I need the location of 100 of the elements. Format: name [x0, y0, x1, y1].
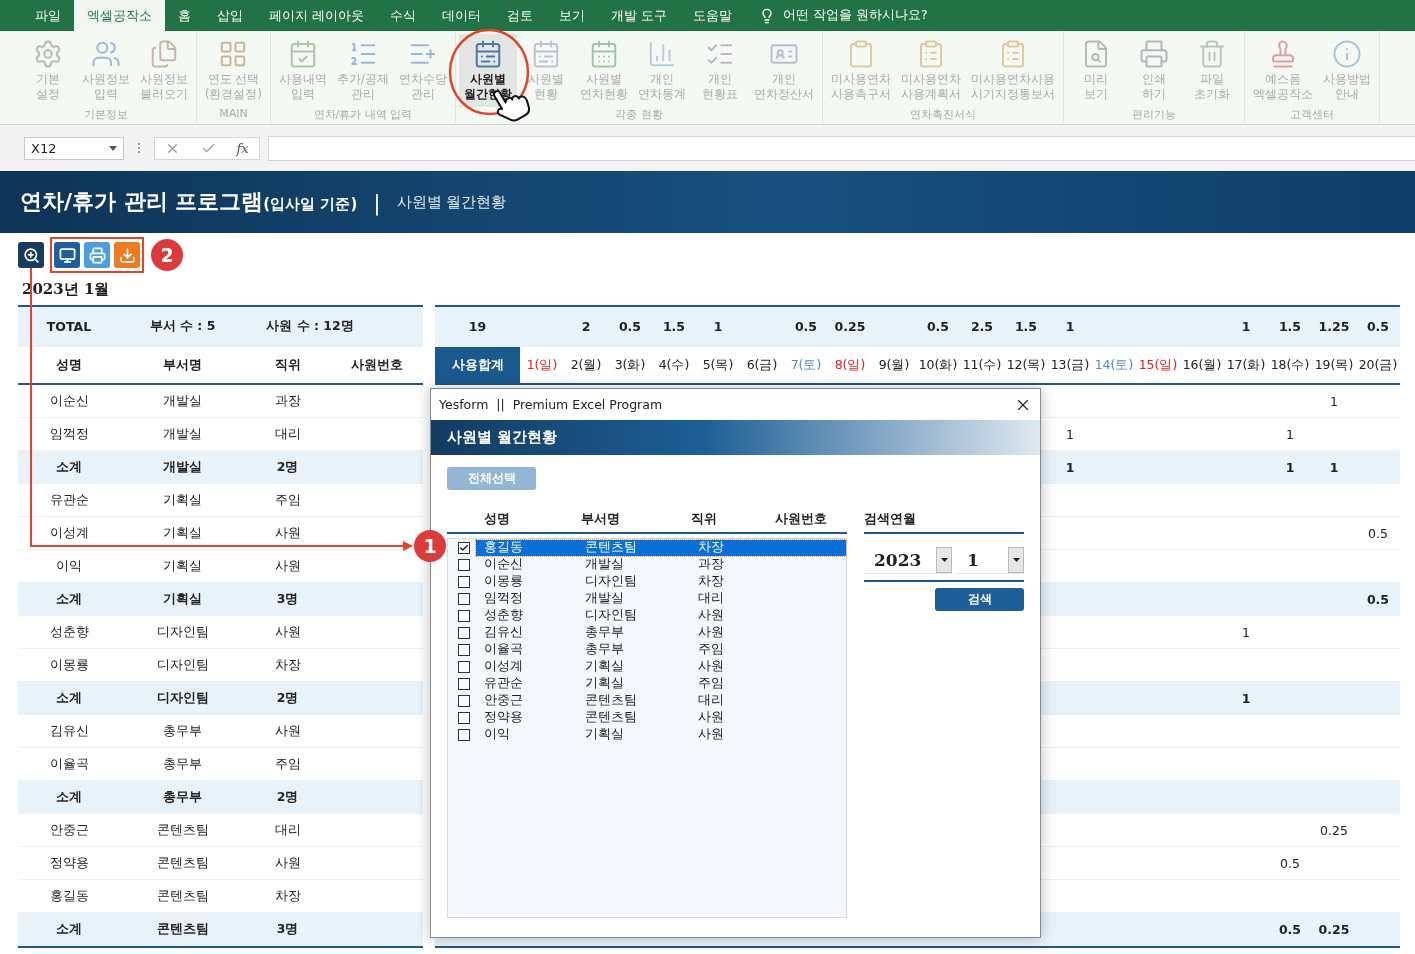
ribbon-tab[interactable]: 삽입 — [204, 0, 256, 31]
list-item[interactable]: 정약용 콘텐츠팀 사원 — [476, 709, 846, 726]
table-cell-text: 유관순 — [48, 491, 90, 509]
table-cell-text: 콘텐츠팀 — [155, 920, 210, 938]
day-header: 18(수) — [1269, 356, 1311, 374]
dialog-title: Yesform || Premium Excel Program — [439, 397, 663, 412]
table-cell-text: 총무부 — [162, 755, 203, 773]
table-cell-text: 0.5 — [1277, 921, 1303, 937]
ribbon-tab[interactable]: 개발 도구 — [598, 0, 680, 31]
table-cell-text: 2 — [580, 319, 592, 334]
list-item[interactable]: 홍길동 콘텐츠팀 차장 — [476, 539, 846, 556]
program-title: 연차/휴가 관리 프로그램(입사일 기준) — [20, 188, 358, 216]
checkbox[interactable] — [458, 660, 470, 673]
day-header: 7(토) — [789, 356, 823, 374]
checkbox[interactable] — [458, 609, 470, 622]
ribbon-tab[interactable]: 홈 — [165, 0, 204, 31]
documents-icon — [149, 39, 179, 69]
table-cell-text: 대리 — [273, 425, 302, 443]
year-dropdown[interactable]: 2023 — [864, 546, 952, 574]
download-icon — [118, 246, 136, 264]
list-item[interactable]: 이순신 개발실 과장 — [476, 556, 846, 573]
ribbon-tab[interactable]: 도움말 — [679, 0, 745, 31]
table-cell-text: 1 — [1285, 426, 1295, 442]
toolbar-button[interactable] — [54, 242, 80, 268]
checkbox[interactable] — [458, 575, 470, 588]
column-header: 직위 — [273, 356, 302, 374]
insert-function-button[interactable]: fx — [236, 140, 249, 156]
table-cell-text: 부서 수 : 5 — [148, 318, 217, 335]
list-item[interactable]: 이몽룡 디자인팀 차장 — [476, 573, 846, 590]
table-cell-text: 개발실 — [162, 425, 203, 443]
name-box[interactable]: X12 — [24, 136, 124, 160]
table-cell-text: 이성계 — [48, 524, 90, 542]
day-header: 11(수) — [961, 356, 1003, 374]
checkbox[interactable] — [458, 626, 470, 639]
group-label: 각종 현황 — [614, 107, 664, 123]
title-separator: | — [373, 189, 381, 215]
calendar-icon — [288, 39, 318, 69]
checkbox[interactable] — [458, 694, 470, 707]
table-cell-text: 2명 — [275, 458, 300, 476]
zoom-button[interactable] — [18, 242, 44, 268]
day-header: 8(일) — [833, 356, 867, 374]
table-cell-text: 디자인팀 — [155, 689, 210, 707]
formula-input[interactable] — [268, 135, 1415, 161]
table-cell-text: 성춘향 — [48, 623, 90, 641]
table-cell-text: 0.5 — [793, 319, 819, 334]
tell-me-field[interactable]: 어떤 작업을 원하시나요? — [782, 7, 928, 24]
checkbox[interactable] — [458, 677, 470, 690]
checkbox[interactable] — [458, 643, 470, 656]
toolbar-button[interactable] — [84, 242, 110, 268]
list-item[interactable]: 이성계 기획실 사원 — [476, 658, 846, 675]
month-dropdown[interactable]: 1 — [957, 546, 1024, 574]
table-cell-text: 0.25 — [1317, 921, 1351, 937]
group-label: 연차촉진서식 — [908, 107, 977, 123]
table-cell-text: 1 — [1064, 319, 1076, 334]
ribbon-tab[interactable]: 보기 — [546, 0, 598, 31]
table-cell-text: 2명 — [275, 689, 300, 707]
ribbon-tab[interactable]: 파일 — [22, 0, 74, 31]
table-cell-text: 개발실 — [162, 458, 203, 476]
table-cell-text: 1 — [1241, 624, 1251, 640]
checkbox[interactable] — [458, 728, 470, 741]
table-cell-text: 기획실 — [162, 590, 203, 608]
table-cell-text: 1 — [1065, 426, 1075, 442]
ribbon-tab[interactable]: 수식 — [377, 0, 429, 31]
info-icon — [1331, 39, 1362, 69]
day-header: 12(목) — [1005, 356, 1047, 374]
day-header: 9(월) — [877, 356, 911, 374]
table-cell-text: 총무부 — [162, 788, 203, 806]
table-cell-text: 콘텐츠팀 — [155, 821, 210, 839]
checkbox[interactable] — [458, 558, 470, 571]
ribbon-tab[interactable]: 데이터 — [429, 0, 494, 31]
toolbar-button[interactable] — [114, 242, 140, 268]
table-cell-text: 1 — [1329, 393, 1339, 409]
monitor-icon — [58, 246, 76, 264]
column-header: 성명 — [483, 510, 511, 528]
list-item[interactable]: 임꺽정 개발실 대리 — [476, 590, 846, 607]
day-header: 5(목) — [701, 356, 735, 374]
table-cell-text: 기획실 — [162, 557, 203, 575]
list-item[interactable]: 이익 기획실 사원 — [476, 726, 846, 743]
list-item[interactable]: 유관순 기획실 주임 — [476, 675, 846, 692]
checkbox[interactable] — [458, 711, 470, 724]
search-button[interactable]: 검색 — [935, 588, 1024, 611]
table-cell-text: 사원 수 : 12명 — [265, 318, 355, 335]
table-cell-text: 사원 — [273, 722, 302, 740]
day-header: 1(일) — [525, 356, 559, 374]
ribbon-tab[interactable]: 검토 — [494, 0, 546, 31]
callout-badge: 2 — [151, 239, 183, 271]
list-item[interactable]: 이율곡 총무부 주임 — [476, 641, 846, 658]
day-header: 20(금) — [1357, 356, 1399, 374]
list-item[interactable]: 성춘향 디자인팀 사원 — [476, 607, 846, 624]
table-cell-text: 0.25 — [833, 319, 867, 334]
checkbox[interactable] — [458, 541, 470, 554]
day-header: 14(토) — [1093, 356, 1135, 374]
ribbon-tab[interactable]: 엑셀공작소 — [74, 0, 165, 31]
checkbox[interactable] — [458, 592, 470, 605]
day-header: 10(화) — [917, 356, 959, 374]
table-cell-text: 콘텐츠팀 — [155, 854, 210, 872]
ribbon-tab[interactable]: 페이지 레이아웃 — [256, 0, 377, 31]
group-label: 고객센터 — [1288, 107, 1335, 123]
list-item[interactable]: 김유신 총무부 사원 — [476, 624, 846, 641]
list-item[interactable]: 안중근 콘텐츠팀 대리 — [476, 692, 846, 709]
